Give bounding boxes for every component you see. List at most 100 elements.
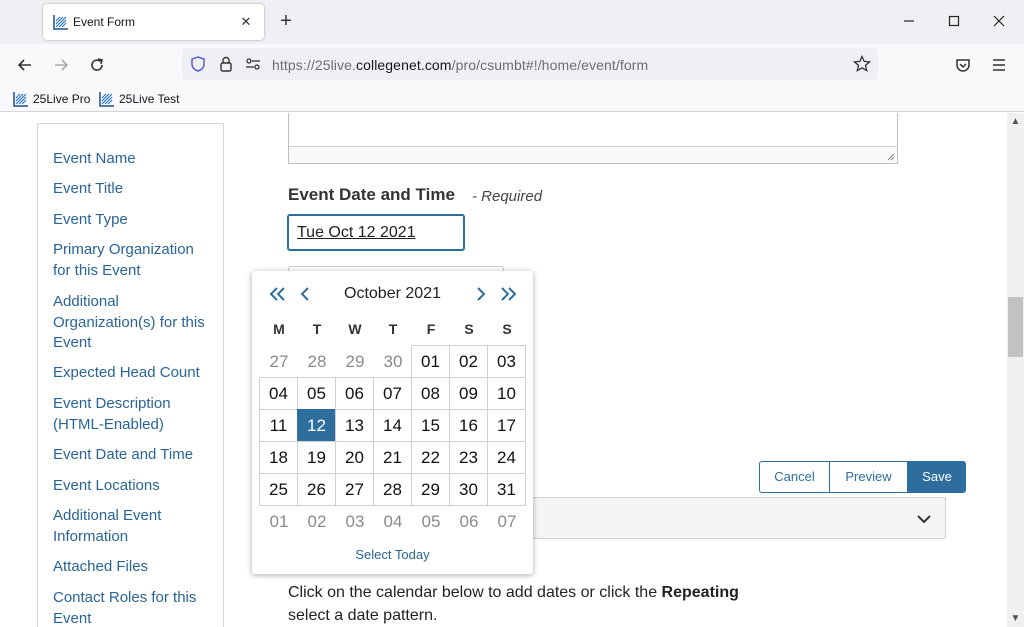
bookmark-star-icon[interactable] xyxy=(853,55,871,73)
calendar-day-outside-month: 01 xyxy=(269,512,289,531)
sidebar-item-contact-roles[interactable]: Contact Roles for this Event xyxy=(53,588,213,627)
calendar-day-outside-month: 03 xyxy=(345,512,365,531)
calendar-day[interactable]: 25 xyxy=(259,473,298,506)
sidebar-item-additional-orgs[interactable]: Additional Organization(s) for this Even… xyxy=(53,292,213,354)
calendar-day[interactable]: 10 xyxy=(487,377,526,410)
url-text[interactable]: https://25live.collegenet.com/pro/csumbt… xyxy=(272,57,648,73)
repeating-options-dropdown[interactable] xyxy=(500,497,946,539)
sidebar-item-date-time[interactable]: Event Date and Time xyxy=(53,445,213,466)
chevron-down-icon xyxy=(917,515,931,524)
save-button[interactable]: Save xyxy=(908,461,966,493)
close-window-icon[interactable] xyxy=(990,12,1008,30)
bookmark-25live-pro[interactable]: 25Live Pro xyxy=(13,91,90,107)
shield-icon[interactable] xyxy=(189,55,207,73)
calendar-day[interactable]: 27 xyxy=(335,473,374,506)
page-scrollbar[interactable]: ▲ ▼ xyxy=(1007,113,1024,627)
cancel-button[interactable]: Cancel xyxy=(759,461,830,493)
event-date-input[interactable]: Tue Oct 12 2021 xyxy=(287,214,465,251)
calendar-day-outside-month: 30 xyxy=(383,352,403,371)
weekday-header: T xyxy=(312,321,322,337)
calendar-day[interactable]: 08 xyxy=(411,377,450,410)
scroll-down-icon[interactable]: ▼ xyxy=(1007,610,1024,627)
calendar-day-outside-month: 07 xyxy=(497,512,517,531)
menu-icon[interactable] xyxy=(989,55,1009,75)
calendar-day[interactable]: 11 xyxy=(259,409,298,442)
browser-tab-bar: Event Form ✕ + xyxy=(0,0,1024,44)
calendar-day[interactable]: 30 xyxy=(449,473,488,506)
calendar-day-outside-month: 04 xyxy=(383,512,403,531)
calendar-day-outside-month: 27 xyxy=(269,352,289,371)
next-year-icon[interactable] xyxy=(498,283,520,305)
calendar-day[interactable]: 20 xyxy=(335,441,374,474)
back-arrow-icon[interactable] xyxy=(15,55,35,75)
calendar-day[interactable]: 19 xyxy=(297,441,336,474)
calendar-day[interactable]: 31 xyxy=(487,473,526,506)
calendar-day[interactable]: 18 xyxy=(259,441,298,474)
form-action-buttons: Cancel Preview Save xyxy=(759,461,966,493)
calendar-day[interactable]: 26 xyxy=(297,473,336,506)
browser-tab[interactable]: Event Form ✕ xyxy=(43,4,264,40)
calendar-day[interactable]: 24 xyxy=(487,441,526,474)
calendar-day[interactable]: 15 xyxy=(411,409,450,442)
date-instructions: Click on the calendar below to add dates… xyxy=(288,584,739,624)
tab-title: Event Form xyxy=(73,15,136,29)
calendar-day[interactable]: 16 xyxy=(449,409,488,442)
calendar-day[interactable]: 07 xyxy=(373,377,412,410)
sidebar-item-event-title[interactable]: Event Title xyxy=(53,179,213,200)
calendar-day-outside-month: 29 xyxy=(345,352,365,371)
weekday-header: M xyxy=(273,321,285,337)
calendar-day[interactable]: 29 xyxy=(411,473,450,506)
sidebar-item-event-name[interactable]: Event Name xyxy=(53,149,213,170)
calendar-day[interactable]: 12 xyxy=(297,409,336,442)
sidebar-item-primary-organization[interactable]: Primary Organization for this Event xyxy=(53,240,213,281)
maximize-window-icon[interactable] xyxy=(945,12,963,30)
browser-nav-bar: https://25live.collegenet.com/pro/csumbt… xyxy=(0,44,1024,86)
calendar-day[interactable]: 23 xyxy=(449,441,488,474)
bookmarks-toolbar: 25Live Pro 25Live Test xyxy=(0,86,1024,112)
calendar-day[interactable]: 05 xyxy=(297,377,336,410)
sidebar-item-event-locations[interactable]: Event Locations xyxy=(53,476,213,497)
lock-icon[interactable] xyxy=(218,55,234,73)
calendar-day[interactable]: 22 xyxy=(411,441,450,474)
date-picker-popup: October 2021 M T W T F S S 27 28 29 30 01 02 03 04 05 06… xyxy=(252,271,533,574)
weekday-header: S xyxy=(502,321,512,337)
sidebar-item-attached-files[interactable]: Attached Files xyxy=(53,557,213,578)
25live-favicon-icon xyxy=(13,92,28,107)
scrollbar-thumb[interactable] xyxy=(1008,297,1023,357)
calendar-day-outside-month: 28 xyxy=(307,352,327,371)
resize-grip-icon[interactable] xyxy=(887,153,895,161)
calendar-day[interactable]: 21 xyxy=(373,441,412,474)
calendar-day[interactable]: 28 xyxy=(373,473,412,506)
calendar-day[interactable]: 13 xyxy=(335,409,374,442)
bookmark-label: 25Live Pro xyxy=(33,92,91,106)
calendar-day[interactable]: 02 xyxy=(449,345,488,378)
sidebar-item-event-type[interactable]: Event Type xyxy=(53,210,213,231)
select-today-link[interactable]: Select Today xyxy=(252,547,533,562)
next-month-icon[interactable] xyxy=(470,283,492,305)
calendar-day[interactable]: 04 xyxy=(259,377,298,410)
preview-button[interactable]: Preview xyxy=(830,461,908,493)
forward-arrow-icon[interactable] xyxy=(51,55,71,75)
pocket-icon[interactable] xyxy=(953,55,973,75)
sidebar-item-head-count[interactable]: Expected Head Count xyxy=(53,363,213,384)
close-tab-icon[interactable]: ✕ xyxy=(236,12,256,32)
weekday-header: W xyxy=(348,321,362,337)
minimize-window-icon[interactable] xyxy=(900,12,918,30)
sidebar-item-additional-info[interactable]: Additional Event Information xyxy=(53,506,213,547)
calendar-day[interactable]: 03 xyxy=(487,345,526,378)
reload-icon[interactable] xyxy=(87,55,107,75)
calendar-day[interactable]: 06 xyxy=(335,377,374,410)
address-bar[interactable]: https://25live.collegenet.com/pro/csumbt… xyxy=(182,48,878,80)
calendar-day[interactable]: 14 xyxy=(373,409,412,442)
new-tab-icon[interactable]: + xyxy=(276,10,296,32)
weekday-header: F xyxy=(426,321,436,337)
calendar-day[interactable]: 17 xyxy=(487,409,526,442)
description-editor[interactable] xyxy=(288,113,898,164)
sidebar-item-event-description[interactable]: Event Description (HTML-Enabled) xyxy=(53,394,213,435)
calendar-day[interactable]: 01 xyxy=(411,345,450,378)
calendar-day[interactable]: 09 xyxy=(449,377,488,410)
scroll-up-icon[interactable]: ▲ xyxy=(1007,113,1024,130)
permissions-icon[interactable] xyxy=(244,56,262,72)
bookmark-25live-test[interactable]: 25Live Test xyxy=(99,91,180,107)
bookmark-label: 25Live Test xyxy=(119,92,180,106)
